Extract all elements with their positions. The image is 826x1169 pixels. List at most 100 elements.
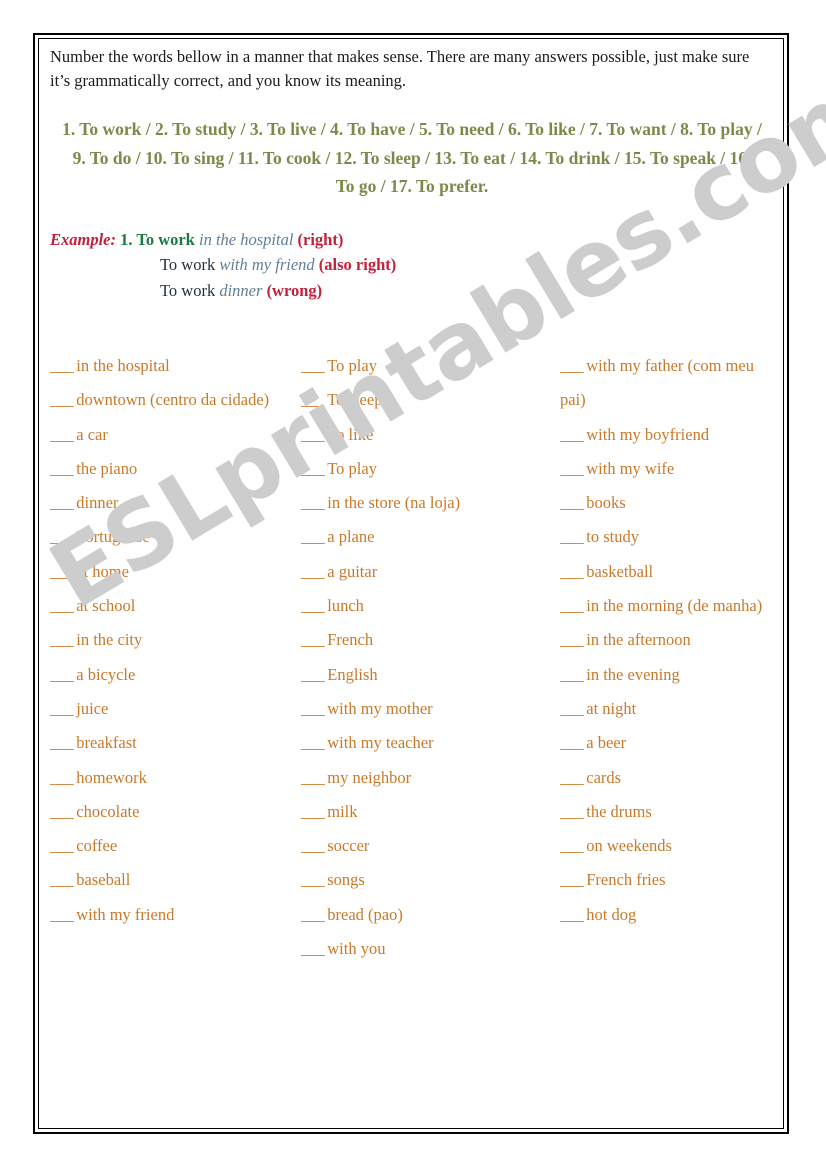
- answer-item[interactable]: ___ with you: [301, 932, 546, 966]
- answer-item[interactable]: ___ Portuguese: [50, 520, 287, 554]
- answer-item[interactable]: ___ basketball: [560, 555, 774, 589]
- answer-blank[interactable]: ___: [560, 870, 586, 889]
- answer-blank[interactable]: ___: [50, 527, 76, 546]
- answer-item[interactable]: ___ bread (pao): [301, 898, 546, 932]
- answer-blank[interactable]: ___: [301, 836, 327, 855]
- answer-item[interactable]: ___ on weekends: [560, 829, 774, 863]
- answer-item[interactable]: ___ books: [560, 486, 774, 520]
- answer-blank[interactable]: ___: [301, 425, 327, 444]
- answer-blank[interactable]: ___: [560, 733, 586, 752]
- answer-blank[interactable]: ___: [560, 596, 586, 615]
- answer-blank[interactable]: ___: [560, 802, 586, 821]
- answer-blank[interactable]: ___: [301, 527, 327, 546]
- answer-blank[interactable]: ___: [301, 905, 327, 924]
- answer-item[interactable]: ___ dinner: [50, 486, 287, 520]
- answer-item[interactable]: ___ with my wife: [560, 452, 774, 486]
- answer-blank[interactable]: ___: [560, 425, 586, 444]
- answer-item[interactable]: ___ homework: [50, 761, 287, 795]
- answer-item[interactable]: ___ songs: [301, 863, 546, 897]
- answer-blank[interactable]: ___: [301, 665, 327, 684]
- answer-blank[interactable]: ___: [301, 562, 327, 581]
- answer-blank[interactable]: ___: [50, 802, 76, 821]
- answer-item[interactable]: ___ in the store (na loja): [301, 486, 546, 520]
- answer-item[interactable]: ___ with my father (com meu pai): [560, 349, 774, 418]
- answer-item[interactable]: ___ To play: [301, 452, 546, 486]
- answer-item[interactable]: ___ to study: [560, 520, 774, 554]
- answer-blank[interactable]: ___: [50, 699, 76, 718]
- answer-blank[interactable]: ___: [50, 390, 76, 409]
- answer-blank[interactable]: ___: [560, 527, 586, 546]
- answer-item[interactable]: ___ the drums: [560, 795, 774, 829]
- answer-item[interactable]: ___ To like: [301, 418, 546, 452]
- answer-item[interactable]: ___ French: [301, 623, 546, 657]
- answer-blank[interactable]: ___: [50, 493, 76, 512]
- answer-blank[interactable]: ___: [560, 905, 586, 924]
- answer-blank[interactable]: ___: [50, 630, 76, 649]
- answer-item[interactable]: ___ my neighbor: [301, 761, 546, 795]
- answer-item[interactable]: ___ with my mother: [301, 692, 546, 726]
- answer-blank[interactable]: ___: [560, 459, 586, 478]
- answer-blank[interactable]: ___: [560, 562, 586, 581]
- answer-item[interactable]: ___ in the hospital: [50, 349, 287, 383]
- answer-item[interactable]: ___ a guitar: [301, 555, 546, 589]
- answer-blank[interactable]: ___: [50, 425, 76, 444]
- answer-item[interactable]: ___ at home: [50, 555, 287, 589]
- answer-item[interactable]: ___ downtown (centro da cidade): [50, 383, 287, 417]
- answer-item[interactable]: ___ with my boyfriend: [560, 418, 774, 452]
- answer-blank[interactable]: ___: [301, 630, 327, 649]
- answer-blank[interactable]: ___: [301, 596, 327, 615]
- answer-blank[interactable]: ___: [301, 939, 327, 958]
- answer-item[interactable]: ___ To play: [301, 349, 546, 383]
- answer-blank[interactable]: ___: [560, 356, 586, 375]
- answer-item[interactable]: ___ English: [301, 658, 546, 692]
- answer-item[interactable]: ___ in the afternoon: [560, 623, 774, 657]
- answer-blank[interactable]: ___: [301, 390, 327, 409]
- answer-blank[interactable]: ___: [50, 356, 76, 375]
- answer-blank[interactable]: ___: [560, 768, 586, 787]
- answer-item[interactable]: ___ French fries: [560, 863, 774, 897]
- answer-item[interactable]: ___ a bicycle: [50, 658, 287, 692]
- answer-blank[interactable]: ___: [50, 836, 76, 855]
- answer-blank[interactable]: ___: [50, 768, 76, 787]
- answer-blank[interactable]: ___: [50, 596, 76, 615]
- answer-blank[interactable]: ___: [50, 562, 76, 581]
- answer-item[interactable]: ___ chocolate: [50, 795, 287, 829]
- answer-item[interactable]: ___ juice: [50, 692, 287, 726]
- answer-blank[interactable]: ___: [301, 733, 327, 752]
- answer-item[interactable]: ___ with my friend: [50, 898, 287, 932]
- answer-item[interactable]: ___ hot dog: [560, 898, 774, 932]
- answer-blank[interactable]: ___: [301, 870, 327, 889]
- answer-item[interactable]: ___ lunch: [301, 589, 546, 623]
- answer-blank[interactable]: ___: [50, 733, 76, 752]
- answer-item[interactable]: ___ a beer: [560, 726, 774, 760]
- answer-item[interactable]: ___ cards: [560, 761, 774, 795]
- answer-item[interactable]: ___ in the morning (de manha): [560, 589, 774, 623]
- answer-blank[interactable]: ___: [560, 630, 586, 649]
- answer-item[interactable]: ___ at school: [50, 589, 287, 623]
- answer-item[interactable]: ___ baseball: [50, 863, 287, 897]
- answer-item[interactable]: ___ a car: [50, 418, 287, 452]
- answer-blank[interactable]: ___: [301, 802, 327, 821]
- answer-item[interactable]: ___ with my teacher: [301, 726, 546, 760]
- answer-blank[interactable]: ___: [301, 356, 327, 375]
- answer-item[interactable]: ___ in the evening: [560, 658, 774, 692]
- answer-item[interactable]: ___ To sleep: [301, 383, 546, 417]
- answer-item[interactable]: ___ soccer: [301, 829, 546, 863]
- answer-item[interactable]: ___ milk: [301, 795, 546, 829]
- answer-item[interactable]: ___ the piano: [50, 452, 287, 486]
- answer-item[interactable]: ___ a plane: [301, 520, 546, 554]
- answer-item[interactable]: ___ coffee: [50, 829, 287, 863]
- answer-item[interactable]: ___ in the city: [50, 623, 287, 657]
- answer-blank[interactable]: ___: [50, 905, 76, 924]
- answer-blank[interactable]: ___: [301, 459, 327, 478]
- answer-blank[interactable]: ___: [50, 870, 76, 889]
- answer-blank[interactable]: ___: [560, 836, 586, 855]
- answer-blank[interactable]: ___: [560, 665, 586, 684]
- answer-blank[interactable]: ___: [301, 768, 327, 787]
- answer-blank[interactable]: ___: [301, 493, 327, 512]
- answer-item[interactable]: ___ at night: [560, 692, 774, 726]
- answer-item[interactable]: ___ breakfast: [50, 726, 287, 760]
- answer-blank[interactable]: ___: [560, 493, 586, 512]
- answer-blank[interactable]: ___: [301, 699, 327, 718]
- answer-blank[interactable]: ___: [50, 459, 76, 478]
